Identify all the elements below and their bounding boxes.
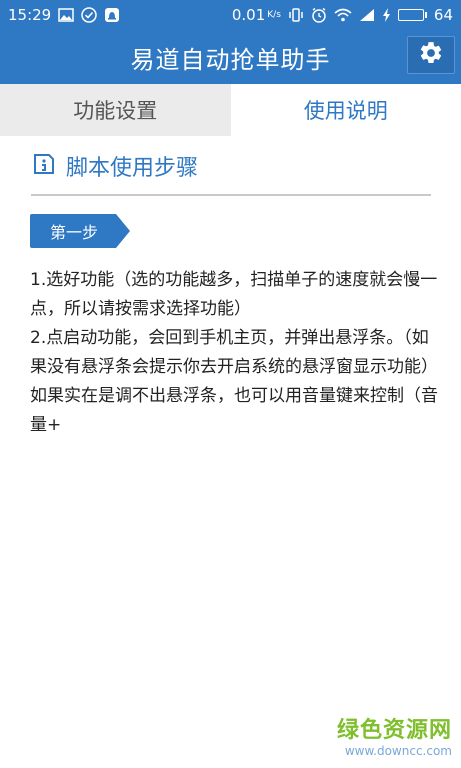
charging-icon <box>382 8 391 22</box>
watermark-url: www.downcc.com <box>344 744 452 758</box>
watermark: 绿色资源网 www.downcc.com <box>322 712 452 758</box>
tab-function-settings[interactable]: 功能设置 <box>0 84 231 136</box>
tab-bar: 功能设置 使用说明 <box>0 84 461 136</box>
app-title: 易道自动抢单助手 <box>130 45 331 74</box>
app-notification-icon <box>104 7 120 23</box>
network-speed-unit: K/s <box>267 10 281 20</box>
info-document-icon <box>32 151 56 181</box>
status-right: 0.01 K/s 64 <box>232 6 453 24</box>
vibrate-icon <box>288 7 304 23</box>
wifi-icon <box>334 8 352 22</box>
section-header: 脚本使用步骤 <box>32 150 198 182</box>
divider <box>31 194 431 196</box>
network-speed: 0.01 <box>231 6 266 24</box>
step-badge: 第一步 <box>30 214 130 248</box>
status-left: 15:29 <box>8 6 120 24</box>
instructions-text: 1.选好功能（选的功能越多，扫描单子的速度就会慢一点，所以请按需求选择功能） 2… <box>30 270 438 435</box>
battery-percent: 64 <box>433 6 453 24</box>
signal-icon <box>359 8 375 22</box>
battery-icon <box>397 9 427 21</box>
status-time: 15:29 <box>8 6 52 24</box>
check-circle-icon <box>81 7 97 23</box>
status-bar: 15:29 0.01 K/s 64 <box>0 0 461 30</box>
app-bar: 易道自动抢单助手 <box>0 30 461 84</box>
tab-usage-instructions[interactable]: 使用说明 <box>230 84 461 136</box>
section-title: 脚本使用步骤 <box>66 156 199 181</box>
gear-icon <box>418 40 444 70</box>
settings-button[interactable] <box>407 36 455 74</box>
image-notification-icon <box>58 8 74 22</box>
alarm-icon <box>311 7 327 23</box>
watermark-name: 绿色资源网 <box>336 718 452 743</box>
